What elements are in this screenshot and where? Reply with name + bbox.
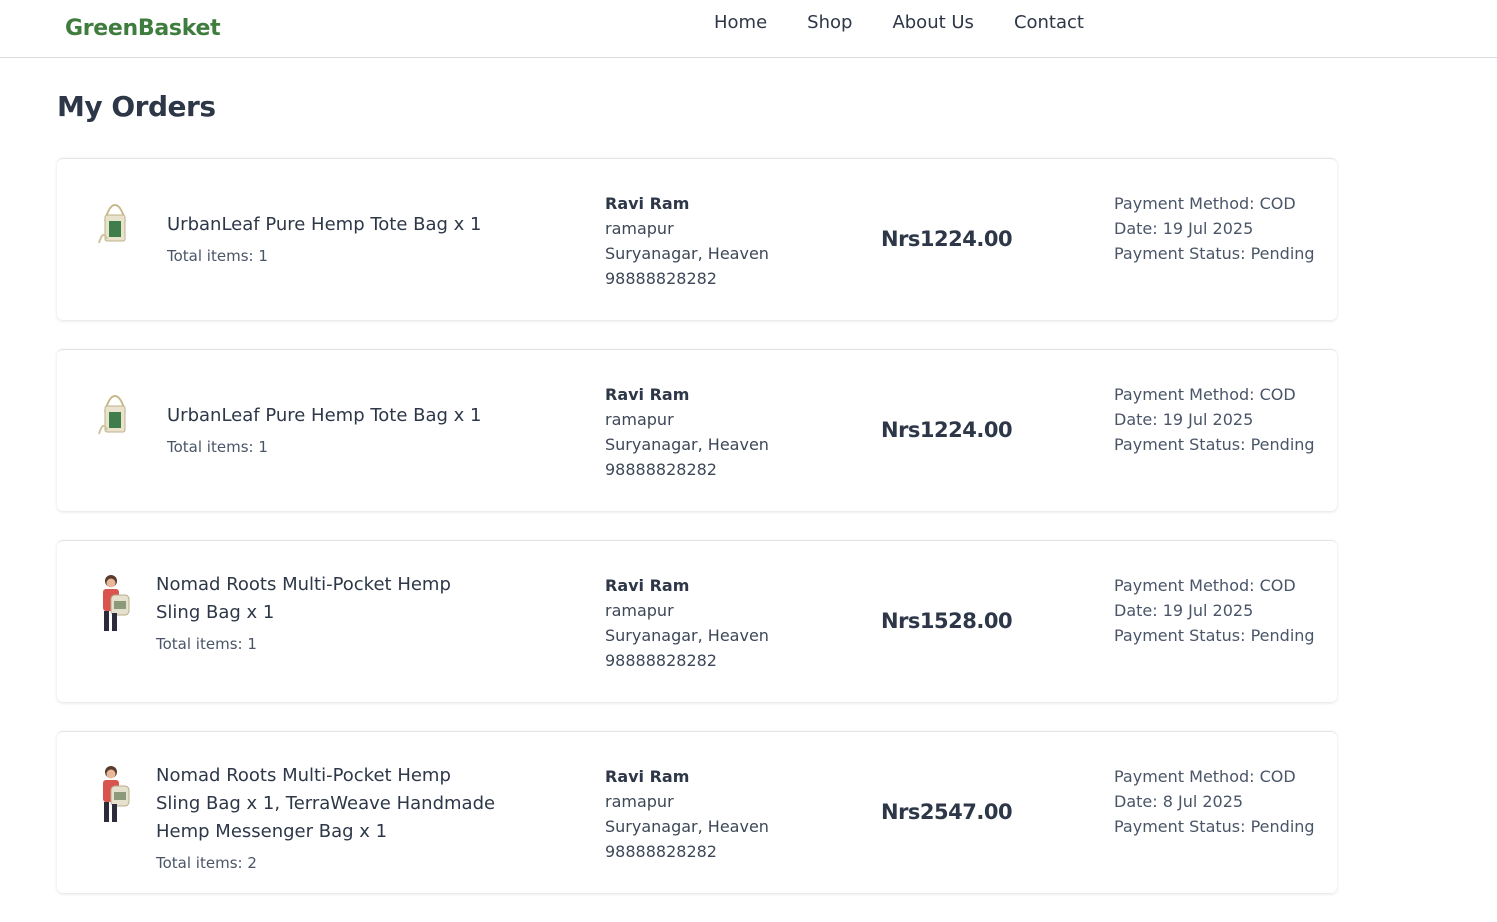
nav-home[interactable]: Home [714, 12, 767, 33]
order-amount: Nrs1528.00 [881, 609, 1013, 633]
nav-links: Home Shop About Us Contact [714, 12, 1084, 33]
payment-method: Payment Method: COD [1114, 194, 1296, 213]
nav-shop[interactable]: Shop [807, 12, 852, 33]
page-title: My Orders [57, 90, 216, 123]
phone-number: 98888828282 [605, 842, 717, 861]
phone-number: 98888828282 [605, 651, 717, 670]
payment-method: Payment Method: COD [1114, 767, 1296, 786]
order-amount: Nrs1224.00 [881, 227, 1013, 251]
total-items: Total items: 2 [156, 854, 257, 872]
payment-status: Payment Status: Pending [1114, 244, 1315, 263]
order-card: UrbanLeaf Pure Hemp Tote Bag x 1 Total i… [57, 158, 1337, 320]
order-card: UrbanLeaf Pure Hemp Tote Bag x 1 Total i… [57, 349, 1337, 511]
order-product: UrbanLeaf Pure Hemp Tote Bag x 1 Total i… [167, 402, 507, 456]
address-line-2: Suryanagar, Heaven [605, 817, 769, 836]
order-date: Date: 19 Jul 2025 [1114, 410, 1254, 429]
sling-bag-thumbnail [91, 764, 139, 822]
address-line-1: ramapur [605, 601, 674, 620]
order-amount: Nrs2547.00 [881, 800, 1013, 824]
order-product: Nomad Roots Multi-Pocket Hemp Sling Bag … [156, 571, 496, 653]
address-line-2: Suryanagar, Heaven [605, 244, 769, 263]
customer-name: Ravi Ram [605, 767, 690, 786]
nav-contact[interactable]: Contact [1014, 12, 1084, 33]
shipping-address: Ravi Ram ramapur Suryanagar, Heaven 9888… [605, 382, 769, 482]
payment-status: Payment Status: Pending [1114, 626, 1315, 645]
customer-name: Ravi Ram [605, 194, 690, 213]
payment-method: Payment Method: COD [1114, 576, 1296, 595]
payment-method: Payment Method: COD [1114, 385, 1296, 404]
order-card: Nomad Roots Multi-Pocket Hemp Sling Bag … [57, 540, 1337, 702]
shipping-address: Ravi Ram ramapur Suryanagar, Heaven 9888… [605, 573, 769, 673]
address-line-1: ramapur [605, 792, 674, 811]
phone-number: 98888828282 [605, 460, 717, 479]
navbar: GreenBasket Home Shop About Us Contact [0, 0, 1497, 58]
total-items: Total items: 1 [167, 438, 268, 456]
product-name: UrbanLeaf Pure Hemp Tote Bag x 1 [167, 214, 482, 235]
address-line-2: Suryanagar, Heaven [605, 435, 769, 454]
orders-list: UrbanLeaf Pure Hemp Tote Bag x 1 Total i… [57, 158, 1337, 922]
payment-info: Payment Method: COD Date: 19 Jul 2025 Pa… [1114, 573, 1315, 648]
address-line-1: ramapur [605, 219, 674, 238]
payment-status: Payment Status: Pending [1114, 817, 1315, 836]
order-product: UrbanLeaf Pure Hemp Tote Bag x 1 Total i… [167, 211, 507, 265]
tote-bag-thumbnail [91, 199, 139, 247]
phone-number: 98888828282 [605, 269, 717, 288]
nav-about-us[interactable]: About Us [892, 12, 974, 33]
order-date: Date: 19 Jul 2025 [1114, 601, 1254, 620]
tote-bag-thumbnail [91, 390, 139, 438]
customer-name: Ravi Ram [605, 576, 690, 595]
product-name: Nomad Roots Multi-Pocket Hemp Sling Bag … [156, 574, 451, 623]
sling-bag-thumbnail [91, 573, 139, 631]
order-amount: Nrs1224.00 [881, 418, 1013, 442]
shipping-address: Ravi Ram ramapur Suryanagar, Heaven 9888… [605, 191, 769, 291]
total-items: Total items: 1 [156, 635, 257, 653]
payment-info: Payment Method: COD Date: 19 Jul 2025 Pa… [1114, 382, 1315, 457]
shipping-address: Ravi Ram ramapur Suryanagar, Heaven 9888… [605, 764, 769, 864]
brand-logo[interactable]: GreenBasket [65, 16, 221, 41]
order-card: Nomad Roots Multi-Pocket Hemp Sling Bag … [57, 731, 1337, 893]
order-date: Date: 19 Jul 2025 [1114, 219, 1254, 238]
customer-name: Ravi Ram [605, 385, 690, 404]
product-name: UrbanLeaf Pure Hemp Tote Bag x 1 [167, 405, 482, 426]
payment-status: Payment Status: Pending [1114, 435, 1315, 454]
total-items: Total items: 1 [167, 247, 268, 265]
order-date: Date: 8 Jul 2025 [1114, 792, 1244, 811]
address-line-1: ramapur [605, 410, 674, 429]
order-product: Nomad Roots Multi-Pocket Hemp Sling Bag … [156, 762, 496, 872]
address-line-2: Suryanagar, Heaven [605, 626, 769, 645]
payment-info: Payment Method: COD Date: 8 Jul 2025 Pay… [1114, 764, 1315, 839]
product-name: Nomad Roots Multi-Pocket Hemp Sling Bag … [156, 765, 496, 842]
payment-info: Payment Method: COD Date: 19 Jul 2025 Pa… [1114, 191, 1315, 266]
